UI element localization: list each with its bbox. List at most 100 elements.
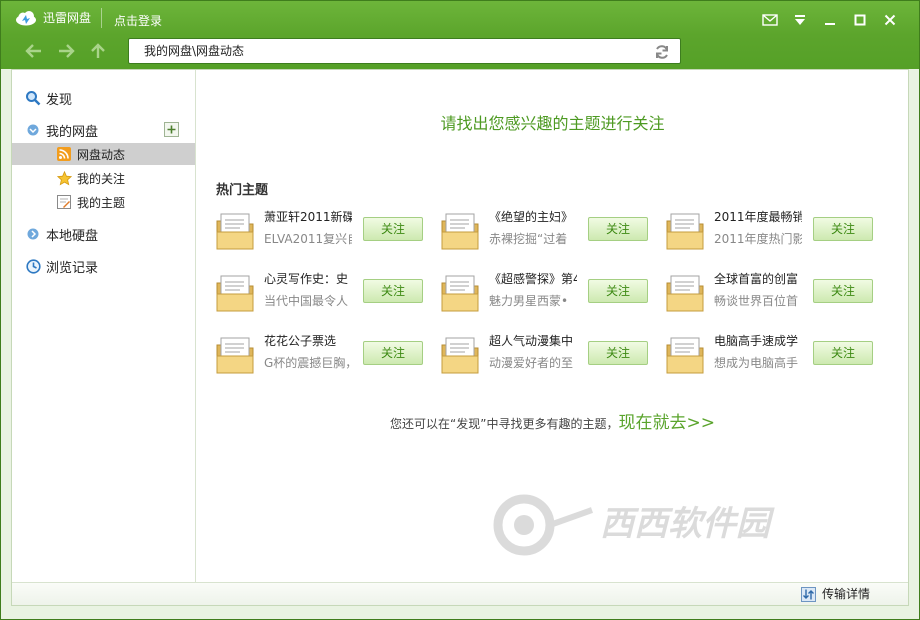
sidebar-item-disk-feed[interactable]: 网盘动态 [12,143,195,165]
refresh-button[interactable] [653,43,671,61]
topic-description: 动漫爱好者的至 [489,356,574,370]
status-bar: 传输详情 [12,582,908,605]
sidebar-item-history[interactable]: 浏览记录 [12,255,195,277]
sidebar-item-label: 我的关注 [77,171,126,186]
follow-button[interactable]: 关注 [813,279,873,303]
follow-button[interactable]: 关注 [588,341,648,365]
message-button[interactable] [755,11,785,29]
forward-button[interactable] [55,41,77,61]
section-title: 热门主题 [216,183,269,198]
arrow-up-icon [91,43,105,58]
sidebar-item-label: 发现 [46,92,73,108]
content-frame: 发现 我的网盘 网盘动态 我的关注 我的主题 本地硬盘 浏览记录 请找出您感兴趣… [11,69,909,606]
expand-icon [25,226,41,242]
sidebar-item-label: 浏览记录 [46,260,99,276]
plus-icon [167,125,176,134]
topic-item: 电脑高手速成学 想成为电脑高手 关注 [666,334,886,380]
follow-button[interactable]: 关注 [363,217,423,241]
follow-button[interactable]: 关注 [813,341,873,365]
app-logo: 迅雷网盘 [15,10,91,26]
page-headline: 请找出您感兴趣的主题进行关注 [440,114,665,133]
topic-title[interactable]: 《超感警探》第4 [489,272,577,287]
address-bar[interactable]: 我的网盘\网盘动态 [128,38,681,64]
topic-description: G杯的震撼巨胸， [264,356,352,370]
topic-description: 赤裸挖掘“过着 [489,232,568,246]
topic-description: 畅谈世界百位首 [714,294,799,308]
collapse-icon [25,122,41,138]
follow-button[interactable]: 关注 [813,217,873,241]
menu-button[interactable] [785,11,815,29]
title-divider [101,8,102,28]
follow-button[interactable]: 关注 [588,217,648,241]
folder-icon [441,337,479,374]
topic-title[interactable]: 全球首富的创富 [714,272,802,287]
address-path: 我的网盘\网盘动态 [144,44,245,58]
transfer-icon [800,587,816,602]
search-icon [25,90,41,106]
transfer-label: 传输详情 [821,587,870,601]
topic-title[interactable]: 2011年度最畅销 [714,210,802,225]
minimize-icon [825,23,835,25]
footer-note: 您还可以在“发现”中寻找更多有趣的主题，现在就去>> [197,408,908,433]
maximize-button[interactable] [845,11,875,29]
topic-item: 萧亚轩2011新碟 ELVA2011复兴自 关注 [216,210,436,256]
sidebar: 发现 我的网盘 网盘动态 我的关注 我的主题 本地硬盘 浏览记录 [12,70,196,582]
login-link[interactable]: 点击登录 [114,13,162,29]
sidebar-item-label: 我的网盘 [46,124,99,140]
arrow-left-icon [25,44,41,58]
add-folder-button[interactable] [164,122,179,137]
transfer-details-button[interactable]: 传输详情 [800,587,870,602]
topic-title[interactable]: 萧亚轩2011新碟 [264,210,352,225]
topic-description: ELVA2011复兴自 [264,232,352,246]
topic-description: 当代中国最令人 [264,294,349,308]
app-window: 迅雷网盘 点击登录 我的网盘\网盘动态 发现 我的网盘 网盘动态 我的关注 我的… [0,0,920,620]
main-panel: 请找出您感兴趣的主题进行关注 热门主题 萧亚轩2011新碟 ELVA2011复兴自… [197,70,908,582]
topic-item: 超人气动漫集中 动漫爱好者的至 关注 [441,334,661,380]
topic-title[interactable]: 电脑高手速成学 [714,334,802,349]
follow-button[interactable]: 关注 [363,341,423,365]
maximize-icon [854,14,866,26]
menu-dropdown-icon [795,15,805,25]
follow-button[interactable]: 关注 [363,279,423,303]
folder-icon [666,275,704,312]
sidebar-item-label: 我的主题 [77,195,126,210]
topic-title[interactable]: 超人气动漫集中 [489,334,577,349]
sidebar-item-my-follows[interactable]: 我的关注 [12,167,195,189]
sidebar-item-discover[interactable]: 发现 [12,87,195,109]
clock-icon [25,258,41,274]
folder-icon [216,213,254,250]
sidebar-item-label: 本地硬盘 [46,228,99,244]
watermark-text: 西西软件园 [600,504,775,544]
minimize-button[interactable] [815,11,845,29]
folder-icon [441,275,479,312]
mail-icon [762,14,778,26]
arrow-right-icon [59,44,75,58]
topic-description: 2011年度热门影 [714,232,802,246]
nav-bar: 我的网盘\网盘动态 [1,33,919,69]
title-bar: 迅雷网盘 点击登录 [1,1,919,33]
topic-item: 《绝望的主妇》 赤裸挖掘“过着 关注 [441,210,661,256]
go-discover-link[interactable]: 现在就去>> [618,413,715,433]
up-button[interactable] [87,41,109,61]
folder-icon [216,337,254,374]
footer-text: 您还可以在“发现”中寻找更多有趣的主题， [390,417,619,431]
close-button[interactable] [875,11,905,29]
topic-item: 《超感警探》第4 魅力男星西蒙• 关注 [441,272,661,318]
topic-description: 魅力男星西蒙• [489,294,569,308]
topic-item: 全球首富的创富 畅谈世界百位首 关注 [666,272,886,318]
topic-title[interactable]: 《绝望的主妇》 [489,210,577,225]
sidebar-item-my-topics[interactable]: 我的主题 [12,191,195,213]
folder-icon [666,337,704,374]
watermark-logo-icon: 西西软件园 [493,494,775,556]
topic-item: 2011年度最畅销 2011年度热门影 关注 [666,210,886,256]
topic-title[interactable]: 心灵写作史：史 [264,272,352,287]
folder-icon [441,213,479,250]
topic-description: 想成为电脑高手 [714,356,799,370]
sidebar-item-local-disk[interactable]: 本地硬盘 [12,223,195,245]
back-button[interactable] [23,41,45,61]
topic-item: 花花公子票选 G杯的震撼巨胸， 关注 [216,334,436,380]
follow-button[interactable]: 关注 [588,279,648,303]
topic-title[interactable]: 花花公子票选 [264,334,352,349]
app-title: 迅雷网盘 [43,11,92,25]
star-icon [56,170,72,186]
